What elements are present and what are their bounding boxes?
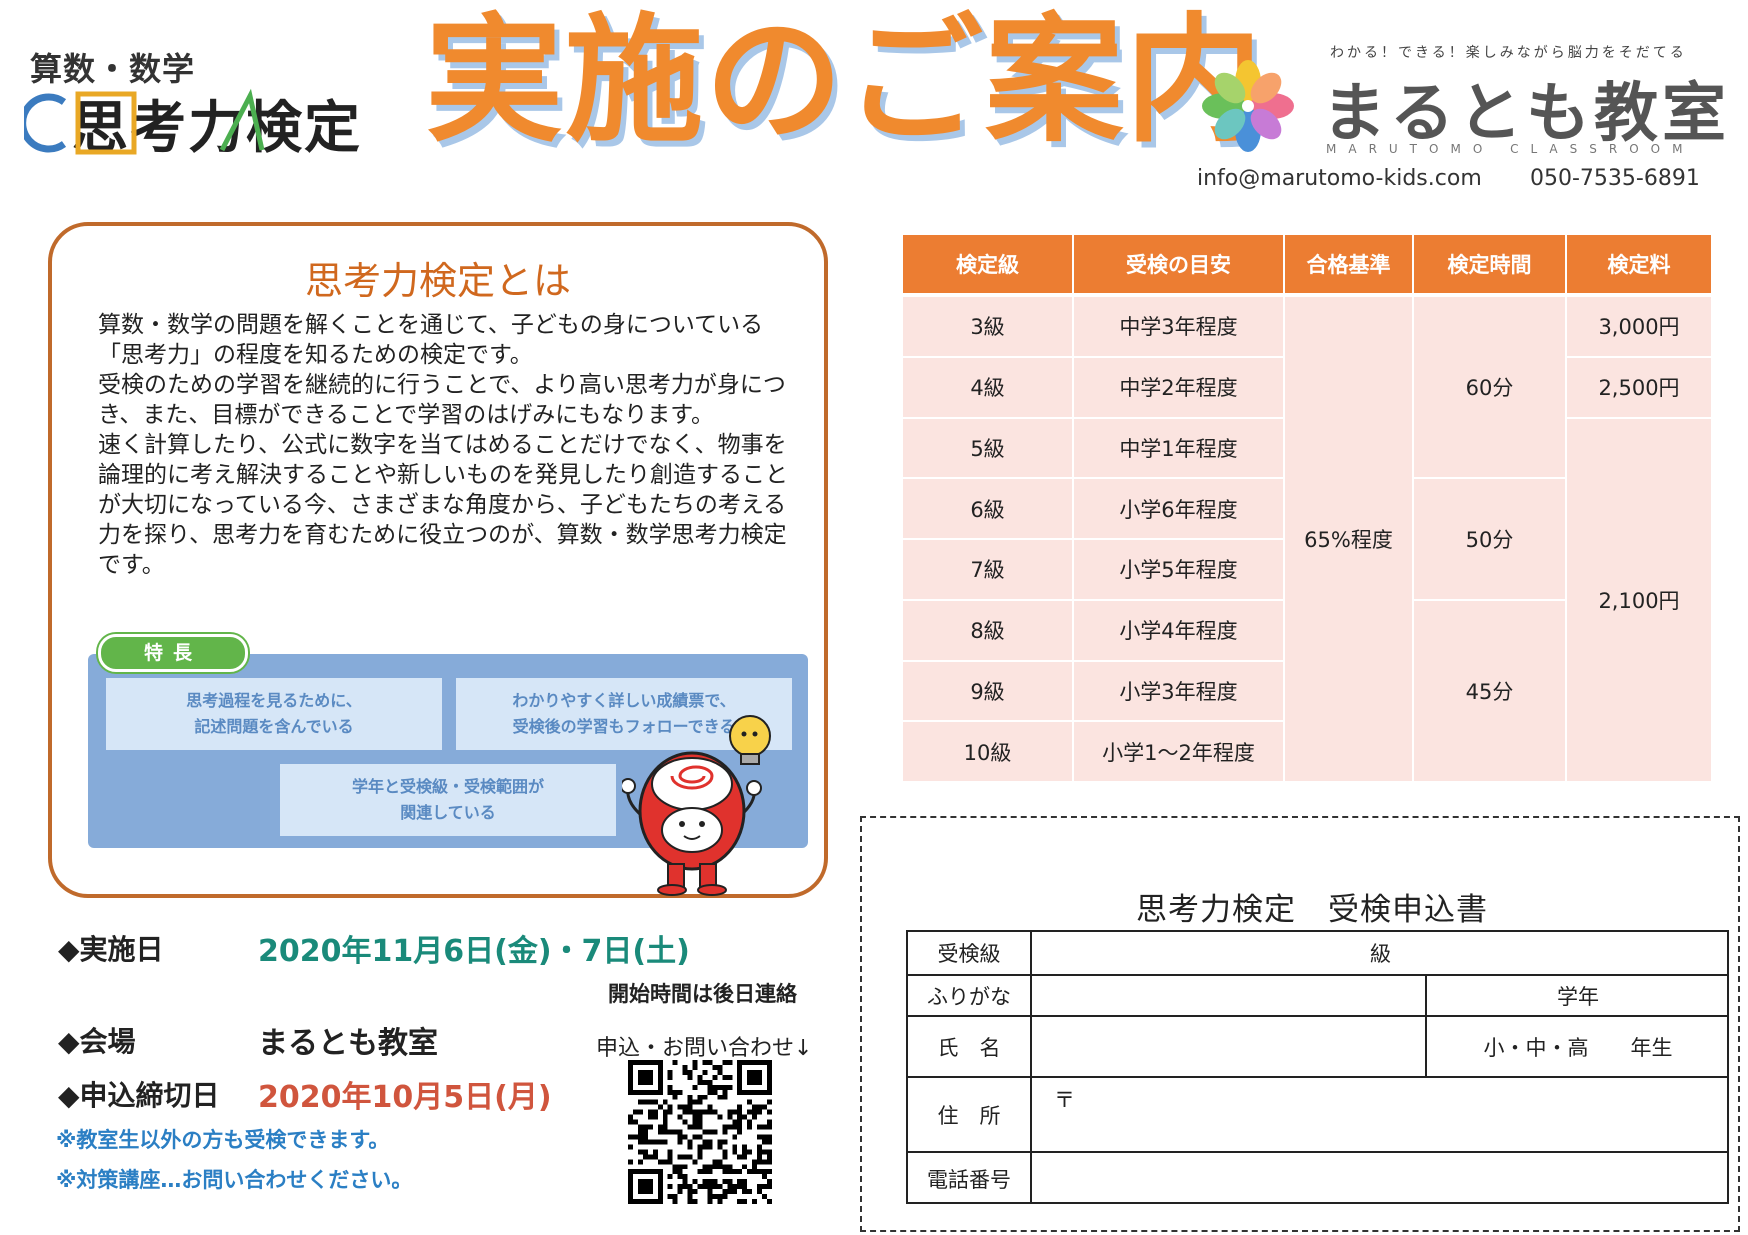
table-cell-grade: 3級: [903, 297, 1072, 356]
table-cell-grade: 6級: [903, 479, 1072, 538]
table-cell-fee: 2,500円: [1567, 357, 1711, 417]
table-header: 受検の目安: [1074, 235, 1283, 293]
feature-card: 学年と受検級・受検範囲が 関連している: [280, 764, 616, 836]
logo-shapes-icon: [75, 88, 265, 155]
table-cell-grade: 8級: [903, 600, 1072, 660]
exam-date: 2020年11月6日(金)・7日(土): [258, 934, 690, 969]
table-cell-level: 小学1～2年程度: [1074, 722, 1283, 781]
classroom-tagline: わかる！できる！楽しみながら脳力をそだてる: [1330, 45, 1687, 61]
table-cell-fee: 2,100円: [1567, 418, 1711, 781]
about-paragraph: 算数・数学の問題を解くことを通じて、子どもの身についている「思考力」の程度を知る…: [98, 312, 764, 368]
deadline: 2020年10月5日(月): [258, 1080, 552, 1115]
table-cell-level: 中学3年程度: [1074, 297, 1283, 356]
table-cell-level: 中学1年程度: [1074, 418, 1283, 478]
address-field[interactable]: 〒: [1032, 1078, 1729, 1151]
exam-table: 検定級 受検の目安 合格基準 検定時間 検定料 3級 中学3年程度 4級 中学2年程度 5級 中学1…: [903, 235, 1711, 783]
clover-logo-icon: [1202, 60, 1294, 152]
classroom-name: まるとも教室: [1322, 77, 1730, 151]
contact-email[interactable]: info@marutomo-kids.com: [1197, 166, 1482, 191]
about-title: 思考力検定とは: [304, 259, 571, 303]
feature-line: 記述問題を含んでいる: [194, 717, 354, 736]
table-cell-fee: 3,000円: [1567, 297, 1711, 356]
deadline-label: ◆申込締切日: [58, 1079, 220, 1112]
feature-line: 思考過程を見るために、: [186, 691, 362, 710]
table-cell-level: 小学3年程度: [1074, 661, 1283, 721]
application-form: 受検級 級 ふりがな 学年 氏 名 小・中・高 年生 住 所 〒 電話番号: [906, 930, 1729, 1204]
logo-ring-icon: [24, 93, 67, 153]
table-cell-level: 中学2年程度: [1074, 357, 1283, 417]
apply-note: 申込・お問い合わせ↓: [596, 1036, 813, 1061]
table-cell-level: 小学6年程度: [1074, 479, 1283, 538]
about-paragraph: 速く計算したり、公式に数字を当てはめることだけでなく、物事を論理的に考え解決する…: [98, 432, 788, 578]
feature-line: 学年と受検級・受検範囲が: [351, 777, 544, 796]
table-cell-time: 60分: [1414, 297, 1565, 478]
form-label: 電話番号: [927, 1167, 1011, 1192]
table-cell-pass-standard: 65%程度: [1285, 297, 1412, 781]
feature-line: 関連している: [400, 803, 496, 822]
classroom-name-en: MARUTOMO CLASSROOM: [1326, 142, 1695, 156]
name-field[interactable]: [1032, 1017, 1425, 1076]
table-cell-grade: 5級: [903, 418, 1072, 478]
exam-logo: 思考力検定: [24, 88, 362, 161]
venue-label: ◆会場: [58, 1025, 136, 1058]
feature-card: 思考過程を見るために、 記述問題を含んでいる: [106, 678, 442, 750]
form-label: 学年: [1557, 984, 1599, 1009]
school-year-field[interactable]: 小・中・高 年生: [1427, 1017, 1729, 1076]
note: ※対策講座…お問い合わせください。: [56, 1168, 413, 1192]
mascot-character-icon: [622, 715, 771, 896]
start-time-note: 開始時間は後日連絡: [608, 982, 797, 1006]
venue: まるとも教室: [258, 1026, 438, 1061]
table-header: 合格基準: [1285, 235, 1412, 293]
table-cell-time: 45分: [1414, 600, 1565, 781]
table-cell-grade: 7級: [903, 540, 1072, 599]
about-box: 思考力検定とは 算数・数学の問題を解くことを通じて、子どもの身についている「思考…: [48, 222, 828, 898]
table-cell-grade: 4級: [903, 357, 1072, 417]
table-cell-grade: 10級: [903, 722, 1072, 781]
form-label: 住 所: [937, 1103, 1001, 1128]
form-title: 思考力検定 受検申込書: [1136, 892, 1488, 928]
about-paragraph: 受検のための学習を継続的に行うことで、より高い思考力が身につき、また、目標ができ…: [98, 372, 786, 428]
page-title: 実施のご案内: [425, 0, 1266, 161]
phone-field[interactable]: [1032, 1153, 1729, 1204]
qr-code-icon[interactable]: [628, 1060, 772, 1204]
date-label: ◆実施日: [58, 933, 164, 966]
form-label: 氏 名: [937, 1035, 1001, 1060]
grade-suffix: 級: [1370, 942, 1391, 966]
about-body: 算数・数学の問題を解くことを通じて、子どもの身についている「思考力」の程度を知る…: [98, 310, 798, 580]
postal-mark: 〒: [1054, 1088, 1075, 1112]
table-header: 検定時間: [1414, 235, 1565, 293]
features-tag: 特長: [98, 634, 248, 672]
table-header: 検定料: [1567, 235, 1711, 293]
grade-field[interactable]: 級: [1032, 932, 1729, 974]
table-cell-grade: 9級: [903, 661, 1072, 721]
table-header: 検定級: [903, 235, 1072, 293]
table-cell-level: 小学5年程度: [1074, 540, 1283, 599]
table-cell-time: 50分: [1414, 479, 1565, 599]
note: ※教室生以外の方も受検できます。: [56, 1128, 390, 1152]
table-cell-level: 小学4年程度: [1074, 600, 1283, 660]
form-label: 受検級: [937, 942, 1001, 966]
furigana-field[interactable]: [1032, 976, 1425, 1015]
form-label: ふりがな: [927, 984, 1011, 1009]
contact-phone[interactable]: 050-7535-6891: [1530, 166, 1700, 191]
